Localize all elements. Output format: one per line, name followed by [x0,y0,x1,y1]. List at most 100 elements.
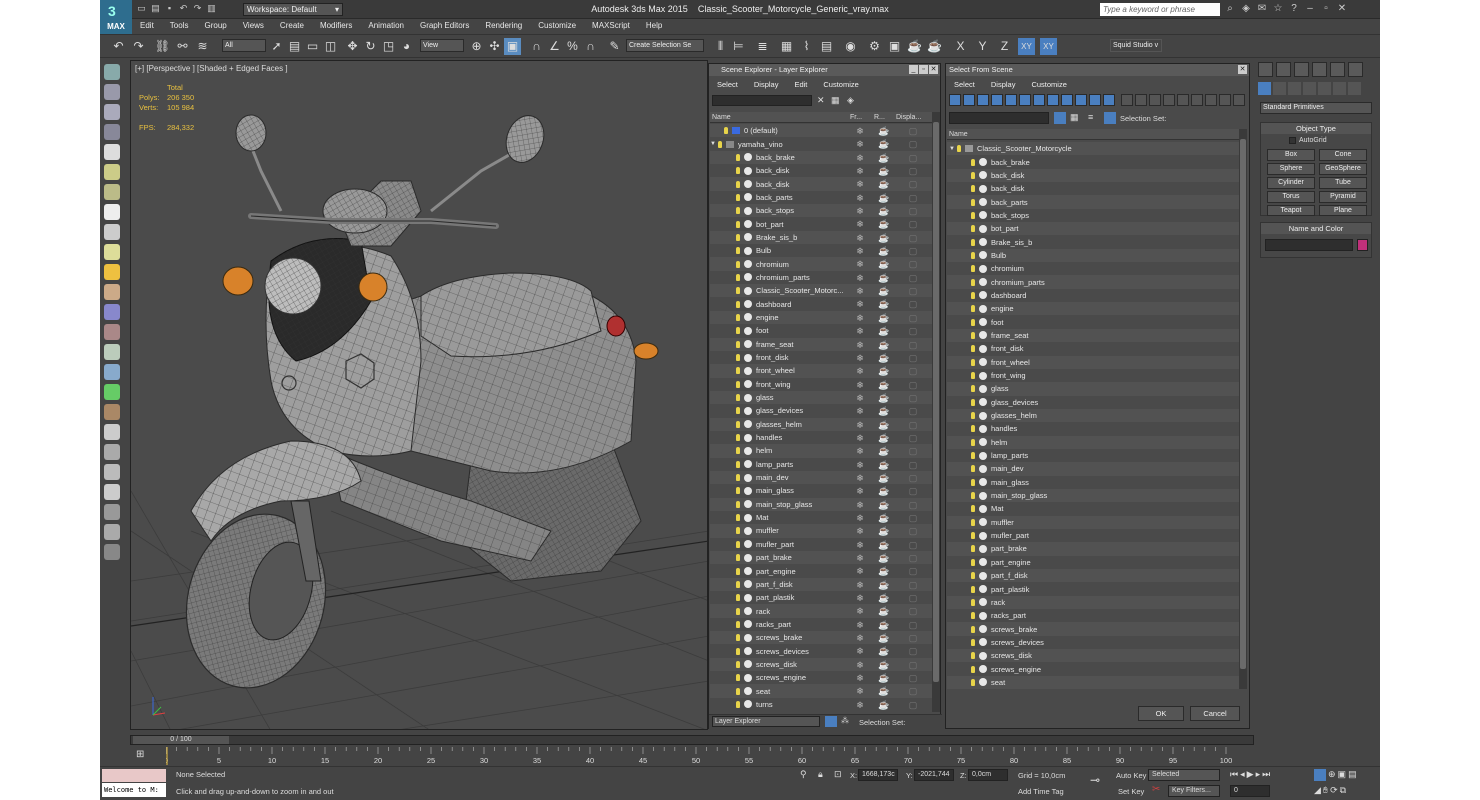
menu-animation[interactable]: Animation [360,19,412,33]
cone-icon[interactable] [104,244,120,260]
display-groups-icon[interactable] [1033,94,1045,106]
display-icon[interactable]: ▢ [908,673,918,683]
list-item[interactable]: back_disk [947,182,1239,196]
visibility-bulb-icon[interactable] [971,638,975,646]
create-tab-icon[interactable] [1258,62,1273,77]
list-item[interactable]: racks_part ❄ ☕ ▢ [710,617,932,632]
visibility-bulb-icon[interactable] [736,354,740,362]
list-item[interactable]: glass_devices [947,395,1239,409]
display-icon[interactable]: ▢ [908,460,918,470]
freeze-icon[interactable]: ❄ [855,420,865,430]
freeze-icon[interactable]: ❄ [855,206,865,216]
list-item[interactable]: Mat [947,502,1239,516]
visibility-bulb-icon[interactable] [736,567,740,575]
display-icon[interactable]: ▢ [908,686,918,696]
menu-edit[interactable]: Edit [132,19,162,33]
renderable-icon[interactable]: ☕ [878,380,889,390]
freeze-icon[interactable]: ❄ [855,513,865,523]
root-object-row[interactable]: ▼ Classic_Scooter_Motorcycle [947,142,1239,156]
visibility-bulb-icon[interactable] [736,487,740,495]
collapse-icon[interactable] [1233,94,1245,106]
texture-icon[interactable] [104,424,120,440]
visibility-bulb-icon[interactable] [971,358,975,366]
freeze-icon[interactable]: ❄ [855,686,865,696]
subscription-icon[interactable]: ◈ [1240,3,1252,15]
renderable-icon[interactable]: ☕ [878,606,889,616]
display-icon[interactable]: ▢ [908,433,918,443]
list-item[interactable]: front_disk ❄ ☕ ▢ [710,350,932,365]
timeline-ruler[interactable]: 0510152025303540455055606570758085909510… [166,747,1246,765]
list-item[interactable]: screws_engine [947,662,1239,676]
visibility-bulb-icon[interactable] [971,305,975,313]
display-icon[interactable]: ▢ [908,366,918,376]
list-item[interactable]: part_f_disk ❄ ☕ ▢ [710,577,932,592]
mini-curve-icon[interactable]: ⊞ [136,749,144,760]
close-icon[interactable]: ✕ [929,65,938,74]
bind-spacewarp-icon[interactable]: ≋ [194,38,211,55]
renderable-icon[interactable]: ☕ [878,246,889,256]
list-item[interactable]: screws_disk [947,649,1239,663]
freeze-icon[interactable]: ❄ [855,593,865,603]
zoom-extents-all-icon[interactable]: ▤ [1348,769,1357,781]
renderable-icon[interactable]: ☕ [878,326,889,336]
renderable-icon[interactable]: ☕ [878,193,889,203]
link-icon[interactable]: ⛓ [154,38,171,55]
hierarchy-icon[interactable] [1104,112,1116,124]
display-icon[interactable]: ▢ [908,446,918,456]
visibility-bulb-icon[interactable] [971,478,975,486]
le-menu-customize[interactable]: Customize [815,77,866,92]
visibility-bulb-icon[interactable] [736,460,740,468]
visibility-bulb-icon[interactable] [736,647,740,655]
list-item[interactable]: muffler ❄ ☕ ▢ [710,524,932,538]
key-set-dropdown[interactable]: Selected [1148,769,1220,781]
freeze-icon[interactable]: ❄ [855,326,865,336]
visibility-bulb-icon[interactable] [971,545,975,553]
percent-snap-icon[interactable]: % [564,38,581,55]
visibility-bulb-icon[interactable] [736,434,740,442]
list-item[interactable]: front_wing ❄ ☕ ▢ [710,377,932,391]
grid-icon[interactable] [104,304,120,320]
visibility-bulb-icon[interactable] [971,465,975,473]
visibility-bulb-icon[interactable] [736,700,740,708]
display-icon[interactable]: ▢ [908,193,918,203]
axis-xy-cycle-button[interactable]: XY [1040,38,1057,55]
freeze-icon[interactable]: ❄ [855,406,865,416]
freeze-icon[interactable]: ❄ [855,219,865,229]
renderable-icon[interactable]: ☕ [878,126,889,136]
display-spacewarps-icon[interactable] [1019,94,1031,106]
circle-icon[interactable] [104,204,120,220]
wind-icon[interactable] [104,364,120,380]
find-case-sensitive-icon[interactable] [1054,112,1066,124]
visibility-bulb-icon[interactable] [736,220,740,228]
list-item[interactable]: glasses_helm [947,408,1239,423]
list-item[interactable]: screws_brake ❄ ☕ ▢ [710,631,932,645]
visibility-bulb-icon[interactable] [724,127,728,135]
list-item[interactable]: glasses_helm ❄ ☕ ▢ [710,417,932,431]
freeze-icon[interactable]: ❄ [855,393,865,403]
renderable-icon[interactable]: ☕ [878,513,889,523]
visibility-bulb-icon[interactable] [736,394,740,402]
list-item[interactable]: Bulb ❄ ☕ ▢ [710,244,932,258]
renderable-icon[interactable]: ☕ [878,393,889,403]
list-item[interactable]: main_dev [947,462,1239,476]
display-icon[interactable]: ▢ [908,406,918,416]
goto-end-icon[interactable]: ⏭ [1262,769,1270,780]
visibility-bulb-icon[interactable] [971,345,975,353]
set-key-button[interactable]: Set Key [1118,787,1144,796]
le-menu-edit[interactable]: Edit [786,77,815,92]
renderable-icon[interactable]: ☕ [878,420,889,430]
renderable-icon[interactable]: ☕ [878,433,889,443]
visibility-bulb-icon[interactable] [736,153,740,161]
freeze-icon[interactable]: ❄ [855,380,865,390]
list-item[interactable]: back_stops ❄ ☕ ▢ [710,204,932,218]
visibility-bulb-icon[interactable] [971,625,975,633]
renderable-icon[interactable]: ☕ [878,500,889,510]
display-icon[interactable]: ▢ [908,633,918,643]
freeze-icon[interactable]: ❄ [855,580,865,590]
window-crossing-icon[interactable]: ◫ [322,38,339,55]
column-name[interactable]: Name [710,112,850,122]
edit-named-selection-icon[interactable]: ✎ [606,38,623,55]
selection-lock-icon[interactable]: 🔒︎ [818,769,823,780]
renderable-icon[interactable]: ☕ [878,166,889,176]
y-coord-field[interactable]: -2021,744 [914,769,954,781]
